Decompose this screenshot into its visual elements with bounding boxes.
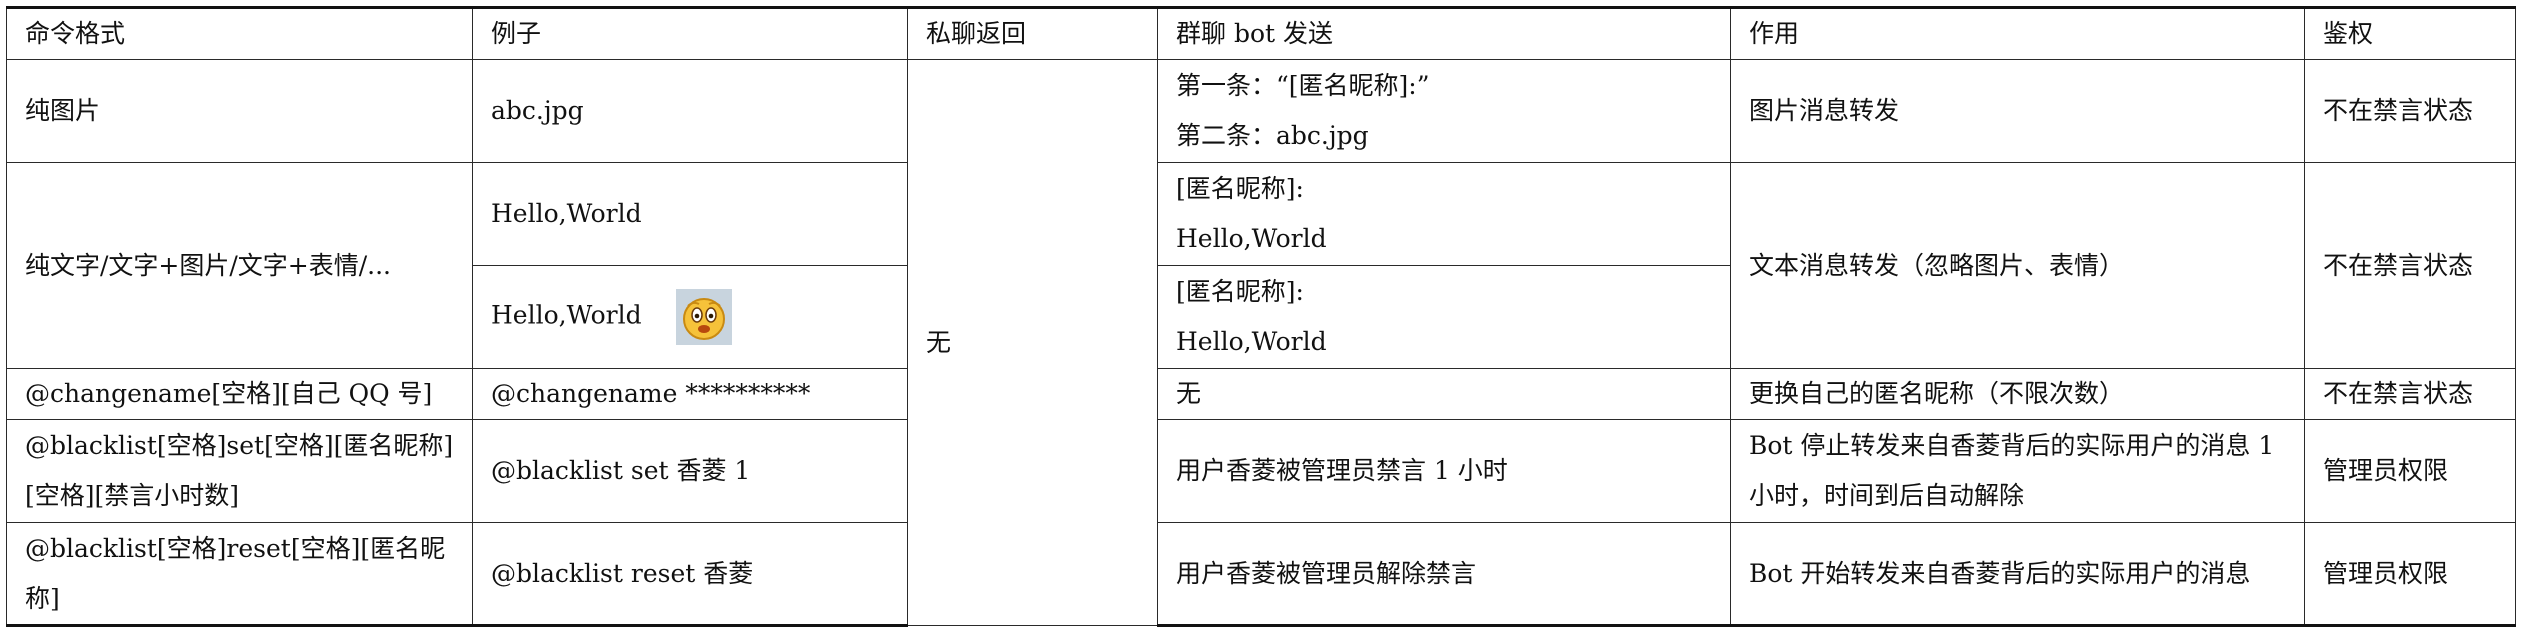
group-send-line: [匿名昵称]: <box>1176 277 1304 306</box>
cell-effect: 文本消息转发（忽略图片、表情） <box>1730 162 2305 369</box>
example-text: Hello,World <box>491 300 642 330</box>
cell-example: @blacklist set 香菱 1 <box>472 419 908 523</box>
group-send-line: Hello,World <box>1176 327 1327 356</box>
cell-effect: 更换自己的匿名昵称（不限次数） <box>1730 368 2305 420</box>
cell-format: @changename[空格][自己 QQ 号] <box>6 368 473 420</box>
group-send-line: Hello,World <box>1176 224 1327 253</box>
cell-group-send: 用户香菱被管理员禁言 1 小时 <box>1157 419 1731 523</box>
table-row: @blacklist[空格]reset[空格][匿名昵称] @blacklist… <box>6 522 2516 627</box>
cell-format: 纯文字/文字+图片/文字+表情/... <box>6 162 473 369</box>
command-table: 命令格式 例子 私聊返回 群聊 bot 发送 作用 鉴权 纯图片 abc.jpg… <box>6 6 2516 627</box>
smiley-emoji-icon <box>675 289 732 345</box>
cell-format: 纯图片 <box>6 59 473 163</box>
header-effect: 作用 <box>1730 6 2305 60</box>
cell-auth: 不在禁言状态 <box>2304 162 2516 369</box>
cell-effect: Bot 开始转发来自香菱背后的实际用户的消息 <box>1730 522 2305 627</box>
cell-auth: 不在禁言状态 <box>2304 368 2516 420</box>
header-group-send: 群聊 bot 发送 <box>1157 6 1731 60</box>
header-example: 例子 <box>472 6 908 60</box>
cell-effect: 图片消息转发 <box>1730 59 2305 163</box>
cell-format: @blacklist[空格]reset[空格][匿名昵称] <box>6 522 473 627</box>
header-command-format: 命令格式 <box>6 6 473 60</box>
cell-group-send: [匿名昵称]: Hello,World <box>1157 162 1731 266</box>
group-send-line: 第二条：abc.jpg <box>1176 121 1369 150</box>
table-row: 纯图片 abc.jpg 无 第一条：“[匿名昵称]:” 第二条：abc.jpg … <box>6 59 2516 626</box>
cell-auth: 管理员权限 <box>2304 419 2516 523</box>
cell-auth: 管理员权限 <box>2304 522 2516 627</box>
cell-private-reply: 无 <box>907 59 1158 626</box>
group-send-line: [匿名昵称]: <box>1176 174 1304 203</box>
cell-example: @blacklist reset 香菱 <box>472 522 908 627</box>
cell-example: Hello,World <box>472 265 908 369</box>
cell-group-send: 无 <box>1157 368 1731 420</box>
header-row: 命令格式 例子 私聊返回 群聊 bot 发送 作用 鉴权 <box>6 6 2516 60</box>
cell-format: @blacklist[空格]set[空格][匿名昵称][空格][禁言小时数] <box>6 419 473 523</box>
cell-example: Hello,World <box>472 162 908 266</box>
table-row: 纯文字/文字+图片/文字+表情/... Hello,World [匿名昵称]: … <box>6 162 2516 369</box>
header-auth: 鉴权 <box>2304 6 2516 60</box>
cell-effect: Bot 停止转发来自香菱背后的实际用户的消息 1 小时，时间到后自动解除 <box>1730 419 2305 523</box>
cell-group-send: 第一条：“[匿名昵称]:” 第二条：abc.jpg <box>1157 59 1731 163</box>
cell-group-send: [匿名昵称]: Hello,World <box>1157 265 1731 369</box>
cell-auth: 不在禁言状态 <box>2304 59 2516 163</box>
cell-example: abc.jpg <box>472 59 908 163</box>
table-row: @changename[空格][自己 QQ 号] @changename ***… <box>6 368 2516 420</box>
cell-group-send: 用户香菱被管理员解除禁言 <box>1157 522 1731 627</box>
group-send-line: 第一条：“[匿名昵称]:” <box>1176 71 1430 100</box>
table-row: @blacklist[空格]set[空格][匿名昵称][空格][禁言小时数] @… <box>6 419 2516 523</box>
cell-example: @changename ********** <box>472 368 908 420</box>
header-private-reply: 私聊返回 <box>907 6 1158 60</box>
